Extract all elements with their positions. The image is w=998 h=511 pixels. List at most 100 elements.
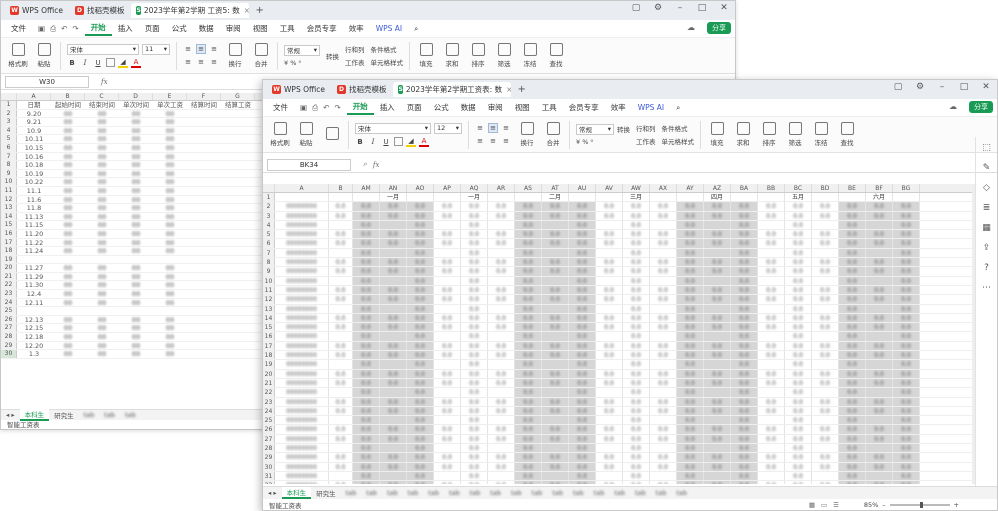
grid-icon[interactable]: ▦ <box>982 223 991 233</box>
cell[interactable]: 12.11 <box>17 299 51 307</box>
cell[interactable]: 日期 <box>17 101 51 109</box>
cell[interactable]: 0.0 <box>407 248 434 258</box>
cell[interactable]: 0.0 <box>329 239 353 248</box>
cell[interactable]: 0.0 <box>650 351 677 360</box>
cell[interactable]: 0.0 <box>731 434 758 444</box>
cell[interactable]: 0.0 <box>488 378 515 388</box>
cell[interactable]: 00 <box>153 316 187 324</box>
cell[interactable] <box>596 248 623 258</box>
cell[interactable] <box>704 248 731 258</box>
cell[interactable]: 0.0 <box>596 258 623 267</box>
cell[interactable]: 0.0 <box>407 230 434 239</box>
cell[interactable]: 0.0 <box>434 341 461 351</box>
cell[interactable]: 0.0 <box>434 434 461 444</box>
cell[interactable]: 00 <box>119 144 153 152</box>
cell[interactable] <box>650 444 677 453</box>
wrap-button[interactable]: 换行 <box>222 43 248 68</box>
cell[interactable] <box>221 281 255 289</box>
cell[interactable]: 0.0 <box>488 406 515 416</box>
cell[interactable] <box>650 332 677 341</box>
cell[interactable]: 0.0 <box>785 332 812 341</box>
cell[interactable]: 00000000 <box>275 276 329 285</box>
cell[interactable] <box>758 276 785 285</box>
cell[interactable]: 0.0 <box>488 397 515 406</box>
cell[interactable]: 00 <box>85 221 119 229</box>
menu-formula[interactable]: 公式 <box>428 102 455 113</box>
cell[interactable]: 00 <box>119 118 153 126</box>
cell[interactable] <box>758 332 785 341</box>
cell[interactable] <box>812 193 839 202</box>
cell[interactable]: 0.0 <box>623 276 650 285</box>
cell[interactable]: 0.0 <box>353 462 380 471</box>
cell[interactable]: 0.0 <box>758 378 785 388</box>
sheet-tab[interactable]: tab <box>382 489 403 497</box>
cell[interactable]: 00000000 <box>275 425 329 434</box>
cell[interactable] <box>275 193 329 202</box>
cell[interactable]: 0.0 <box>623 323 650 332</box>
cell[interactable] <box>221 307 255 315</box>
sheet-tab[interactable]: tab <box>120 411 141 419</box>
cell[interactable]: 0.0 <box>461 453 488 462</box>
cell[interactable]: 0.0 <box>731 397 758 406</box>
cell[interactable]: 0.0 <box>407 351 434 360</box>
column-header[interactable]: AO <box>407 184 434 192</box>
cell[interactable]: 0.0 <box>515 276 542 285</box>
cell[interactable]: 00000000 <box>275 462 329 471</box>
cell[interactable]: 0.0 <box>731 276 758 285</box>
pen-icon[interactable]: ✎ <box>983 163 991 173</box>
cell[interactable] <box>221 178 255 186</box>
name-box[interactable]: W30 <box>5 75 89 88</box>
row-number[interactable]: 26 <box>1 315 17 324</box>
cell[interactable]: 0.0 <box>731 239 758 248</box>
cell[interactable]: 0.0 <box>515 388 542 397</box>
cell[interactable]: 10.19 <box>17 170 51 178</box>
menu-insert[interactable]: 插入 <box>374 102 401 113</box>
column-header[interactable]: AX <box>650 184 677 192</box>
cell[interactable]: 0.0 <box>329 453 353 462</box>
cell[interactable]: 0.0 <box>650 239 677 248</box>
cell[interactable] <box>542 416 569 425</box>
cell[interactable]: 0.0 <box>434 453 461 462</box>
cell[interactable]: 0.0 <box>461 323 488 332</box>
cell[interactable]: 0.0 <box>731 444 758 453</box>
cell[interactable]: 0.0 <box>893 360 920 369</box>
cell[interactable]: 0.0 <box>353 276 380 285</box>
cell[interactable]: 0.0 <box>596 285 623 295</box>
cell[interactable]: 0.0 <box>380 397 407 406</box>
cell[interactable] <box>221 153 255 161</box>
cell[interactable]: 0.0 <box>785 313 812 323</box>
cell[interactable]: 00 <box>85 127 119 135</box>
row-number[interactable]: 9 <box>263 267 275 276</box>
cell[interactable] <box>329 220 353 230</box>
cell[interactable]: 00000000 <box>275 453 329 462</box>
cell[interactable]: 0.0 <box>434 295 461 304</box>
cell[interactable]: 0.0 <box>785 258 812 267</box>
cell[interactable]: 0.0 <box>569 313 596 323</box>
cell[interactable] <box>187 221 221 229</box>
cell[interactable]: 11.13 <box>17 213 51 221</box>
cell[interactable]: 0.0 <box>704 397 731 406</box>
cell[interactable] <box>488 416 515 425</box>
cell[interactable]: 0.0 <box>542 323 569 332</box>
cell[interactable]: 00 <box>85 264 119 272</box>
column-header[interactable]: AQ <box>461 184 488 192</box>
cell[interactable]: 0.0 <box>812 323 839 332</box>
align-right-icon[interactable]: ≡ <box>209 57 219 67</box>
cell[interactable]: 0.0 <box>650 323 677 332</box>
cell[interactable]: 00 <box>85 324 119 332</box>
number-format-select[interactable]: 常规 ▾ <box>284 44 320 56</box>
cell[interactable]: 0.0 <box>731 313 758 323</box>
cell[interactable]: 0.0 <box>650 481 677 484</box>
cell[interactable]: 0.0 <box>461 351 488 360</box>
cell[interactable]: 0.0 <box>785 276 812 285</box>
cell[interactable]: 0.0 <box>380 341 407 351</box>
cell[interactable]: 0.0 <box>353 323 380 332</box>
cell[interactable]: 0.0 <box>407 239 434 248</box>
cell[interactable]: 0.0 <box>515 230 542 239</box>
cell[interactable]: 0.0 <box>542 239 569 248</box>
cell[interactable]: 0.0 <box>677 369 704 378</box>
cell[interactable]: 0.0 <box>839 276 866 285</box>
cell[interactable]: 00 <box>153 264 187 272</box>
border-icon[interactable] <box>394 137 403 146</box>
cell[interactable]: 0.0 <box>596 202 623 211</box>
